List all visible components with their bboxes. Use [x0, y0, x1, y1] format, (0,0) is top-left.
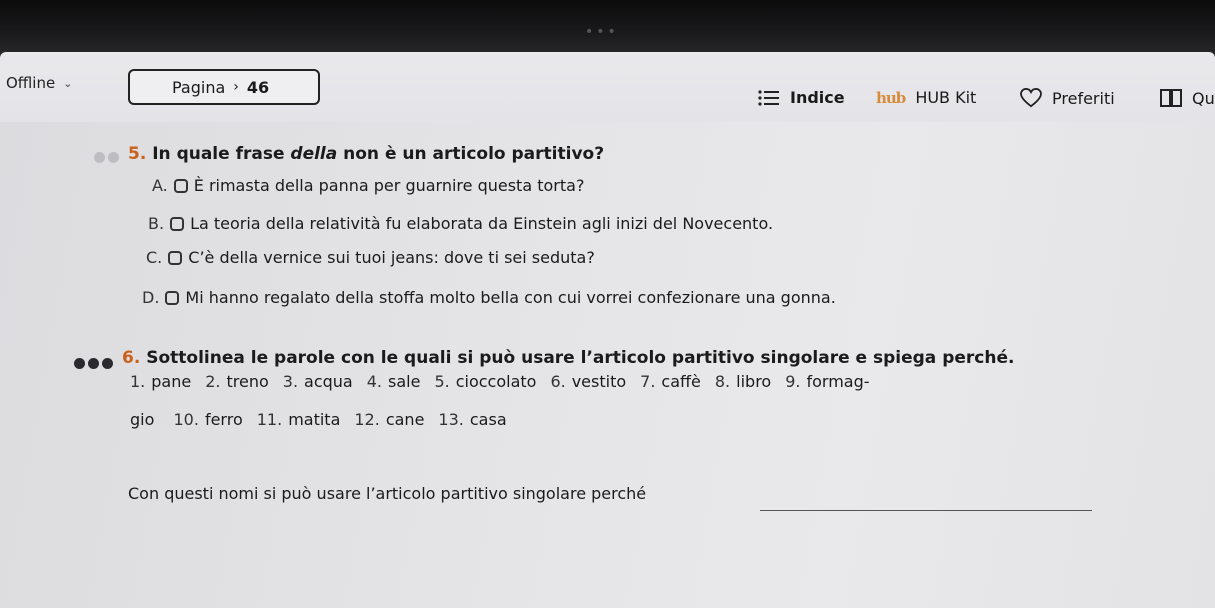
- option-letter: A.: [152, 176, 168, 195]
- word-number: 4.: [366, 372, 382, 391]
- word-list-line-2: gio 10. ferro 11. matita 12. cane 13. casa: [130, 410, 521, 429]
- word-number: 8.: [714, 372, 731, 391]
- word-number: 10.: [173, 410, 199, 429]
- word-text: formag-: [806, 372, 870, 391]
- word-item[interactable]: 3. acqua: [283, 372, 353, 391]
- difficulty-dot: [108, 152, 119, 163]
- difficulty-dot: [94, 152, 105, 163]
- preferiti-button[interactable]: Preferiti: [1020, 88, 1115, 108]
- exercise-5-question-post: non è un articolo partitivo?: [337, 144, 605, 164]
- hub-logo-icon: hub: [876, 88, 906, 107]
- word-item[interactable]: 7. caffè: [640, 372, 701, 391]
- word-text: casa: [469, 410, 507, 429]
- exercise-6-number: 6.: [122, 348, 141, 368]
- word-item[interactable]: 9. formag-: [785, 372, 869, 391]
- word-text: libro: [736, 372, 772, 391]
- webcam-indicator: •••: [585, 24, 619, 40]
- word-text: treno: [226, 372, 269, 391]
- exercise-6-title: 6. Sottolinea le parole con le quali si …: [122, 348, 1014, 368]
- word-text: pane: [151, 372, 192, 391]
- word-number: 9.: [785, 372, 801, 391]
- word-number: 7.: [640, 372, 656, 391]
- option-letter: D.: [142, 288, 160, 307]
- book-icon: [1160, 89, 1182, 107]
- heart-icon: [1020, 88, 1042, 108]
- page-number: 46: [246, 77, 270, 97]
- quaderno-button[interactable]: Qu: [1160, 88, 1215, 108]
- option-text: È rimasta della panna per guarnire quest…: [193, 176, 585, 195]
- page-label: Pagina: [172, 77, 226, 97]
- difficulty-dots: [94, 152, 119, 163]
- word-number: 11.: [256, 410, 283, 429]
- option-letter: C.: [146, 248, 163, 267]
- answer-input-line[interactable]: [760, 510, 1092, 511]
- word-number: 5.: [434, 372, 450, 391]
- word-text: ferro: [204, 410, 243, 429]
- monitor-bezel: •••: [0, 0, 1215, 60]
- difficulty-dot: [102, 358, 113, 369]
- reader-toolbar: Offline ⌄ Pagina › 46 Indice hub HUB Kit…: [0, 52, 1215, 122]
- word-text: matita: [288, 410, 341, 429]
- word-continuation[interactable]: gio: [130, 410, 154, 429]
- option-d[interactable]: D. Mi hanno regalato della stoffa molto …: [142, 288, 836, 307]
- hub-kit-button[interactable]: hub HUB Kit: [876, 88, 976, 107]
- word-list-line-1: 1. pane 2. treno 3. acqua 4. sale 5. cioccolato 6.…: [130, 372, 884, 391]
- word-item[interactable]: 8. libro: [715, 372, 771, 391]
- indice-label: Indice: [790, 88, 845, 107]
- offline-status-dropdown[interactable]: Offline ⌄: [6, 74, 72, 92]
- option-checkbox[interactable]: [168, 250, 183, 265]
- option-letter: B.: [148, 214, 165, 233]
- word-text: vestito: [571, 372, 627, 391]
- exercise-5-question-pre: In quale frase: [152, 144, 291, 164]
- difficulty-dots: [74, 358, 113, 369]
- word-item[interactable]: 11. matita: [257, 410, 341, 429]
- exercise-5-number: 5.: [128, 144, 147, 164]
- word-number: 1.: [130, 372, 146, 391]
- word-item[interactable]: 1. pane: [130, 372, 191, 391]
- difficulty-dot: [88, 358, 99, 369]
- page-selector[interactable]: Pagina › 46: [128, 69, 320, 105]
- word-text: caffè: [661, 372, 701, 391]
- word-text: cane: [385, 410, 425, 429]
- word-item[interactable]: 13. casa: [438, 410, 506, 429]
- exercise-6-question: Sottolinea le parole con le quali si può…: [146, 348, 1015, 368]
- word-number: 3.: [282, 372, 299, 391]
- offline-status-label: Offline: [6, 74, 56, 92]
- word-item[interactable]: 4. sale: [367, 372, 421, 391]
- word-text: sale: [388, 372, 421, 391]
- option-b[interactable]: B. La teoria della relatività fu elabora…: [148, 214, 773, 233]
- word-number: 2.: [205, 372, 221, 391]
- exercise-5-question-italic: della: [290, 144, 338, 164]
- option-c[interactable]: C. C’è della vernice sui tuoi jeans: dov…: [146, 248, 595, 267]
- chevron-down-icon: ⌄: [63, 76, 73, 90]
- list-icon: [758, 89, 779, 106]
- indice-button[interactable]: Indice: [758, 88, 845, 107]
- word-item[interactable]: 2. treno: [205, 372, 269, 391]
- exercise-5-title: 5. In quale frase della non è un articol…: [128, 144, 604, 164]
- chevron-right-icon: ›: [233, 79, 239, 95]
- option-text: C’è della vernice sui tuoi jeans: dove t…: [188, 248, 595, 267]
- option-checkbox[interactable]: [170, 216, 185, 231]
- word-item[interactable]: 5. cioccolato: [434, 372, 536, 391]
- word-number: 13.: [438, 410, 464, 429]
- word-text: acqua: [304, 372, 353, 391]
- option-text: Mi hanno regalato della stoffa molto bel…: [185, 288, 836, 307]
- preferiti-label: Preferiti: [1052, 88, 1115, 108]
- option-checkbox[interactable]: [173, 178, 188, 193]
- option-a[interactable]: A. È rimasta della panna per guarnire qu…: [152, 176, 584, 195]
- word-item[interactable]: 10. ferro: [173, 410, 242, 429]
- option-text: La teoria della relatività fu elaborata …: [190, 214, 774, 233]
- option-checkbox[interactable]: [165, 290, 180, 305]
- word-item[interactable]: 12. cane: [354, 410, 424, 429]
- difficulty-dot: [74, 358, 85, 369]
- book-page: 5. In quale frase della non è un articol…: [0, 122, 1215, 608]
- word-text: cioccolato: [455, 372, 537, 391]
- hub-kit-label: HUB Kit: [915, 88, 977, 107]
- word-number: 12.: [354, 410, 380, 429]
- word-number: 6.: [550, 372, 566, 391]
- answer-prompt: Con questi nomi si può usare l’articolo …: [128, 484, 647, 503]
- quaderno-label: Qu: [1192, 88, 1215, 108]
- word-item[interactable]: 6. vestito: [550, 372, 626, 391]
